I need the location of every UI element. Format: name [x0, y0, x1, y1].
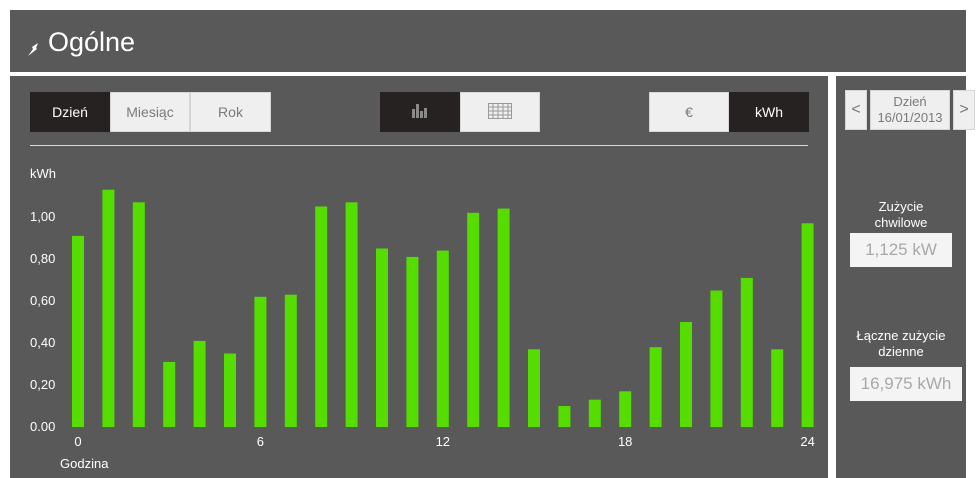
bar-hour-9	[345, 202, 358, 427]
next-date-button[interactable]: >	[953, 90, 975, 130]
bar-hour-12	[436, 250, 449, 427]
bar-hour-2	[132, 202, 145, 427]
prev-date-button[interactable]: <	[845, 90, 867, 130]
daily-usage-label: Łączne zużycie dzienne	[856, 328, 946, 359]
bar-hour-3	[163, 361, 176, 427]
bar-hour-16	[558, 406, 571, 427]
bar-hour-24	[801, 223, 814, 427]
bar-hour-17	[588, 399, 601, 427]
bar-hour-23	[771, 349, 784, 427]
bar-hour-15	[528, 349, 540, 427]
bar-hour-10	[376, 248, 388, 427]
bar-hour-22	[740, 277, 753, 427]
date-period-label: Dzień	[893, 94, 927, 109]
bar-hour-0	[72, 235, 84, 427]
bar-hour-5	[224, 353, 236, 427]
instant-usage-label: Zużycie chwilowe	[874, 199, 928, 230]
instant-usage-value: 1,125 kW	[850, 233, 952, 267]
bar-hour-20	[680, 322, 692, 427]
bar-hour-7	[284, 294, 297, 427]
bar-hour-13	[467, 212, 480, 427]
bar-hour-21	[710, 290, 723, 427]
chevron-left-icon: <	[851, 101, 861, 118]
bar-hour-14	[497, 208, 510, 427]
energy-bar-chart	[72, 189, 814, 427]
bar-hour-8	[315, 206, 328, 427]
date-value: 16/01/2013	[877, 110, 943, 125]
chevron-right-icon: >	[959, 101, 969, 118]
bar-hour-18	[619, 391, 632, 427]
bar-hour-4	[193, 340, 206, 427]
bar-hour-6	[254, 296, 267, 427]
bar-hour-11	[406, 256, 419, 427]
bar-hour-19	[649, 347, 662, 427]
bar-hour-1	[102, 189, 115, 427]
date-display: Dzień 16/01/2013	[870, 90, 950, 130]
daily-usage-value: 16,975 kWh	[850, 367, 962, 401]
